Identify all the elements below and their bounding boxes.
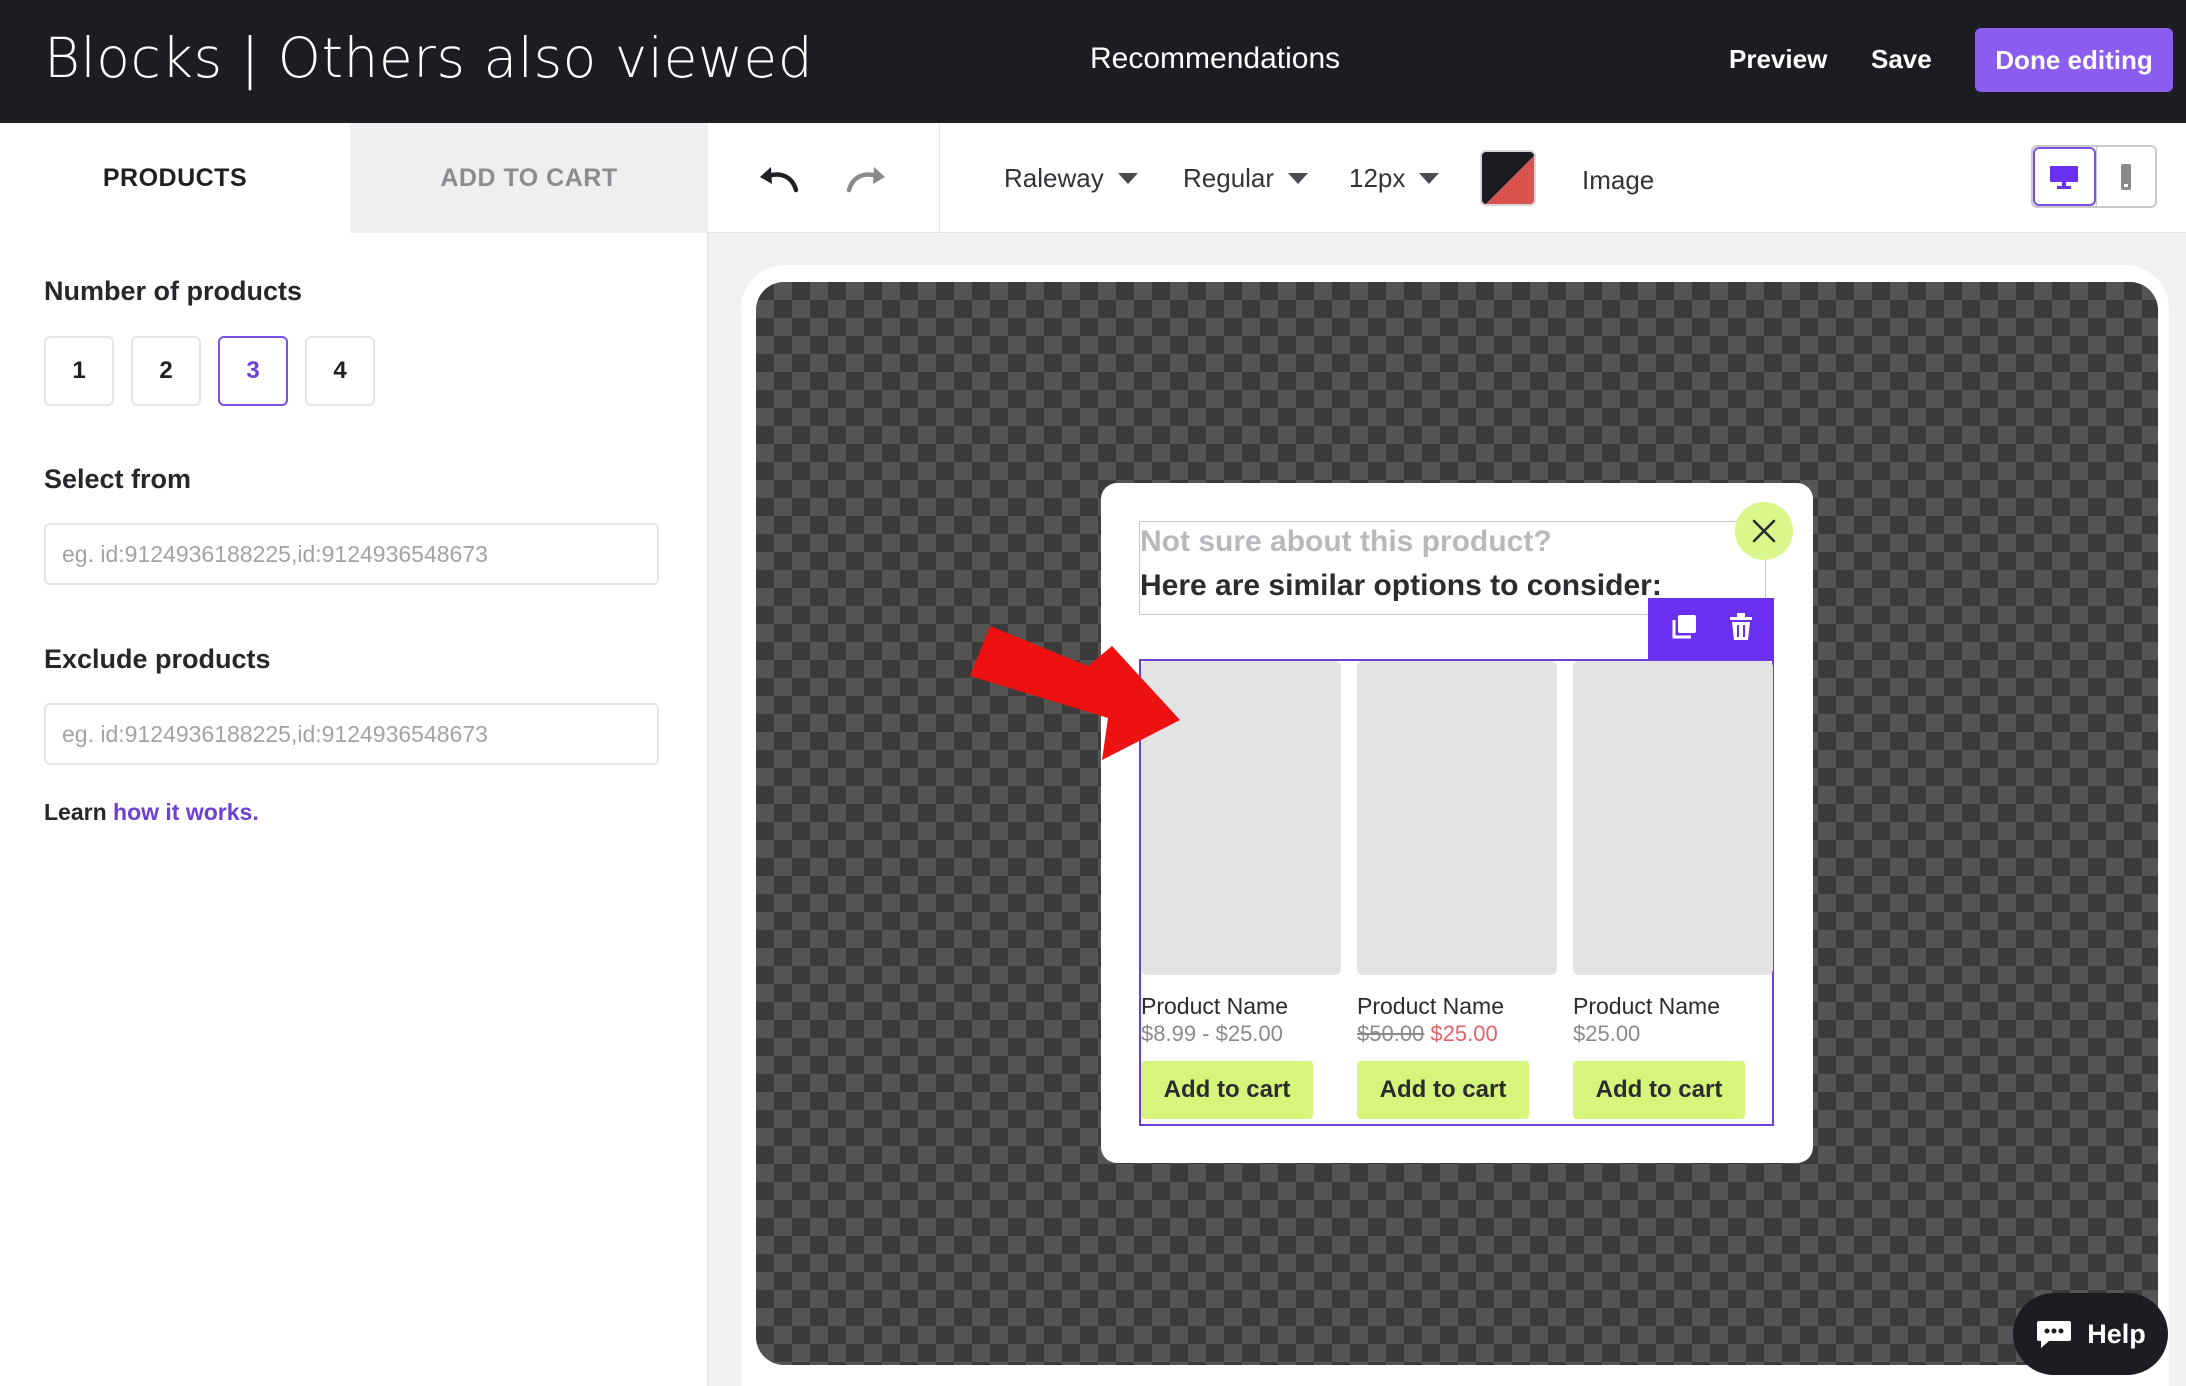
product-price: $8.99 - $25.00 (1141, 1021, 1283, 1046)
device-toggle (2031, 145, 2157, 208)
product-grid[interactable]: Product Name $8.99 - $25.00 Add to cart … (1139, 659, 1774, 1126)
image-option[interactable]: Image (1582, 165, 1654, 196)
chat-bubble-icon (2037, 1321, 2072, 1348)
font-family-dropdown[interactable]: Raleway (1004, 163, 1138, 194)
add-to-cart-button[interactable]: Add to cart (1573, 1061, 1745, 1119)
product-card: Product Name $50.00 $25.00 Add to cart (1357, 661, 1557, 1119)
font-family-value: Raleway (1004, 163, 1104, 193)
preview-button[interactable]: Preview (1729, 44, 1827, 75)
product-image-placeholder (1573, 661, 1773, 975)
product-price: $25.00 (1573, 1021, 1641, 1046)
done-editing-button[interactable]: Done editing (1975, 28, 2173, 92)
font-size-value: 12px (1349, 163, 1406, 193)
top-bar: Blocks | Others also viewed Recommendati… (0, 0, 2186, 123)
help-label: Help (2087, 1318, 2146, 1349)
redo-icon[interactable] (841, 157, 891, 201)
exclude-products-input[interactable] (44, 703, 659, 765)
close-popup-button[interactable] (1735, 502, 1793, 560)
select-from-label: Select from (44, 464, 192, 494)
mobile-view-button[interactable] (2095, 147, 2156, 206)
tab-products[interactable]: PRODUCTS (0, 123, 350, 233)
save-button[interactable]: Save (1871, 44, 1932, 75)
trash-icon[interactable] (1728, 612, 1754, 647)
annotation-arrow-icon (970, 626, 1180, 760)
color-swatch[interactable] (1480, 150, 1536, 206)
product-count-option-3[interactable]: 3 (218, 336, 288, 406)
product-name: Product Name (1573, 993, 1721, 1019)
chevron-down-icon (1117, 173, 1138, 184)
how-it-works-link[interactable]: how it works. (113, 799, 259, 825)
desktop-icon (2050, 165, 2079, 189)
product-price: $50.00 $25.00 (1357, 1021, 1498, 1047)
block-type-label: Recommendations (1090, 42, 1341, 75)
heading-line-2: Here are similar options to consider: (1140, 569, 1662, 602)
tab-add-to-cart[interactable]: ADD TO CART (350, 123, 708, 233)
heading-line-1: Not sure about this product? (1140, 525, 1552, 558)
product-count-option-1[interactable]: 1 (44, 336, 114, 406)
chevron-down-icon (1288, 173, 1309, 184)
toolbar-divider (939, 123, 940, 233)
product-name: Product Name (1141, 993, 1289, 1019)
original-price: $50.00 (1357, 1021, 1425, 1046)
block-action-bar (1648, 598, 1774, 660)
font-weight-value: Regular (1183, 163, 1275, 193)
settings-sidebar: PRODUCTS ADD TO CART Number of products … (0, 123, 708, 1386)
font-weight-dropdown[interactable]: Regular (1183, 163, 1309, 194)
sale-price: $25.00 (1430, 1021, 1498, 1046)
add-to-cart-button[interactable]: Add to cart (1357, 1061, 1529, 1119)
duplicate-icon[interactable] (1669, 612, 1699, 647)
undo-icon[interactable] (754, 157, 804, 201)
editor-toolbar: Raleway Regular 12px Image (708, 123, 2186, 233)
learn-prefix: Learn (44, 799, 107, 825)
mobile-icon (2120, 163, 2131, 190)
product-name: Product Name (1357, 993, 1505, 1019)
select-from-input[interactable] (44, 523, 659, 585)
product-count-option-2[interactable]: 2 (131, 336, 201, 406)
recommendation-popup: Not sure about this product? Here are si… (1101, 483, 1813, 1163)
help-button[interactable]: Help (2013, 1293, 2168, 1375)
product-card: Product Name $25.00 Add to cart (1573, 661, 1773, 1119)
font-size-dropdown[interactable]: 12px (1349, 163, 1440, 194)
learn-text: Learn how it works. (44, 799, 259, 826)
desktop-view-button[interactable] (2033, 147, 2096, 206)
product-image-placeholder (1357, 661, 1557, 975)
page-title: Blocks | Others also viewed (44, 26, 814, 90)
exclude-products-label: Exclude products (44, 644, 271, 674)
product-count-option-4[interactable]: 4 (305, 336, 375, 406)
chevron-down-icon (1419, 173, 1440, 184)
add-to-cart-button[interactable]: Add to cart (1141, 1061, 1313, 1119)
close-icon (1752, 519, 1776, 543)
number-of-products-label: Number of products (44, 276, 303, 306)
